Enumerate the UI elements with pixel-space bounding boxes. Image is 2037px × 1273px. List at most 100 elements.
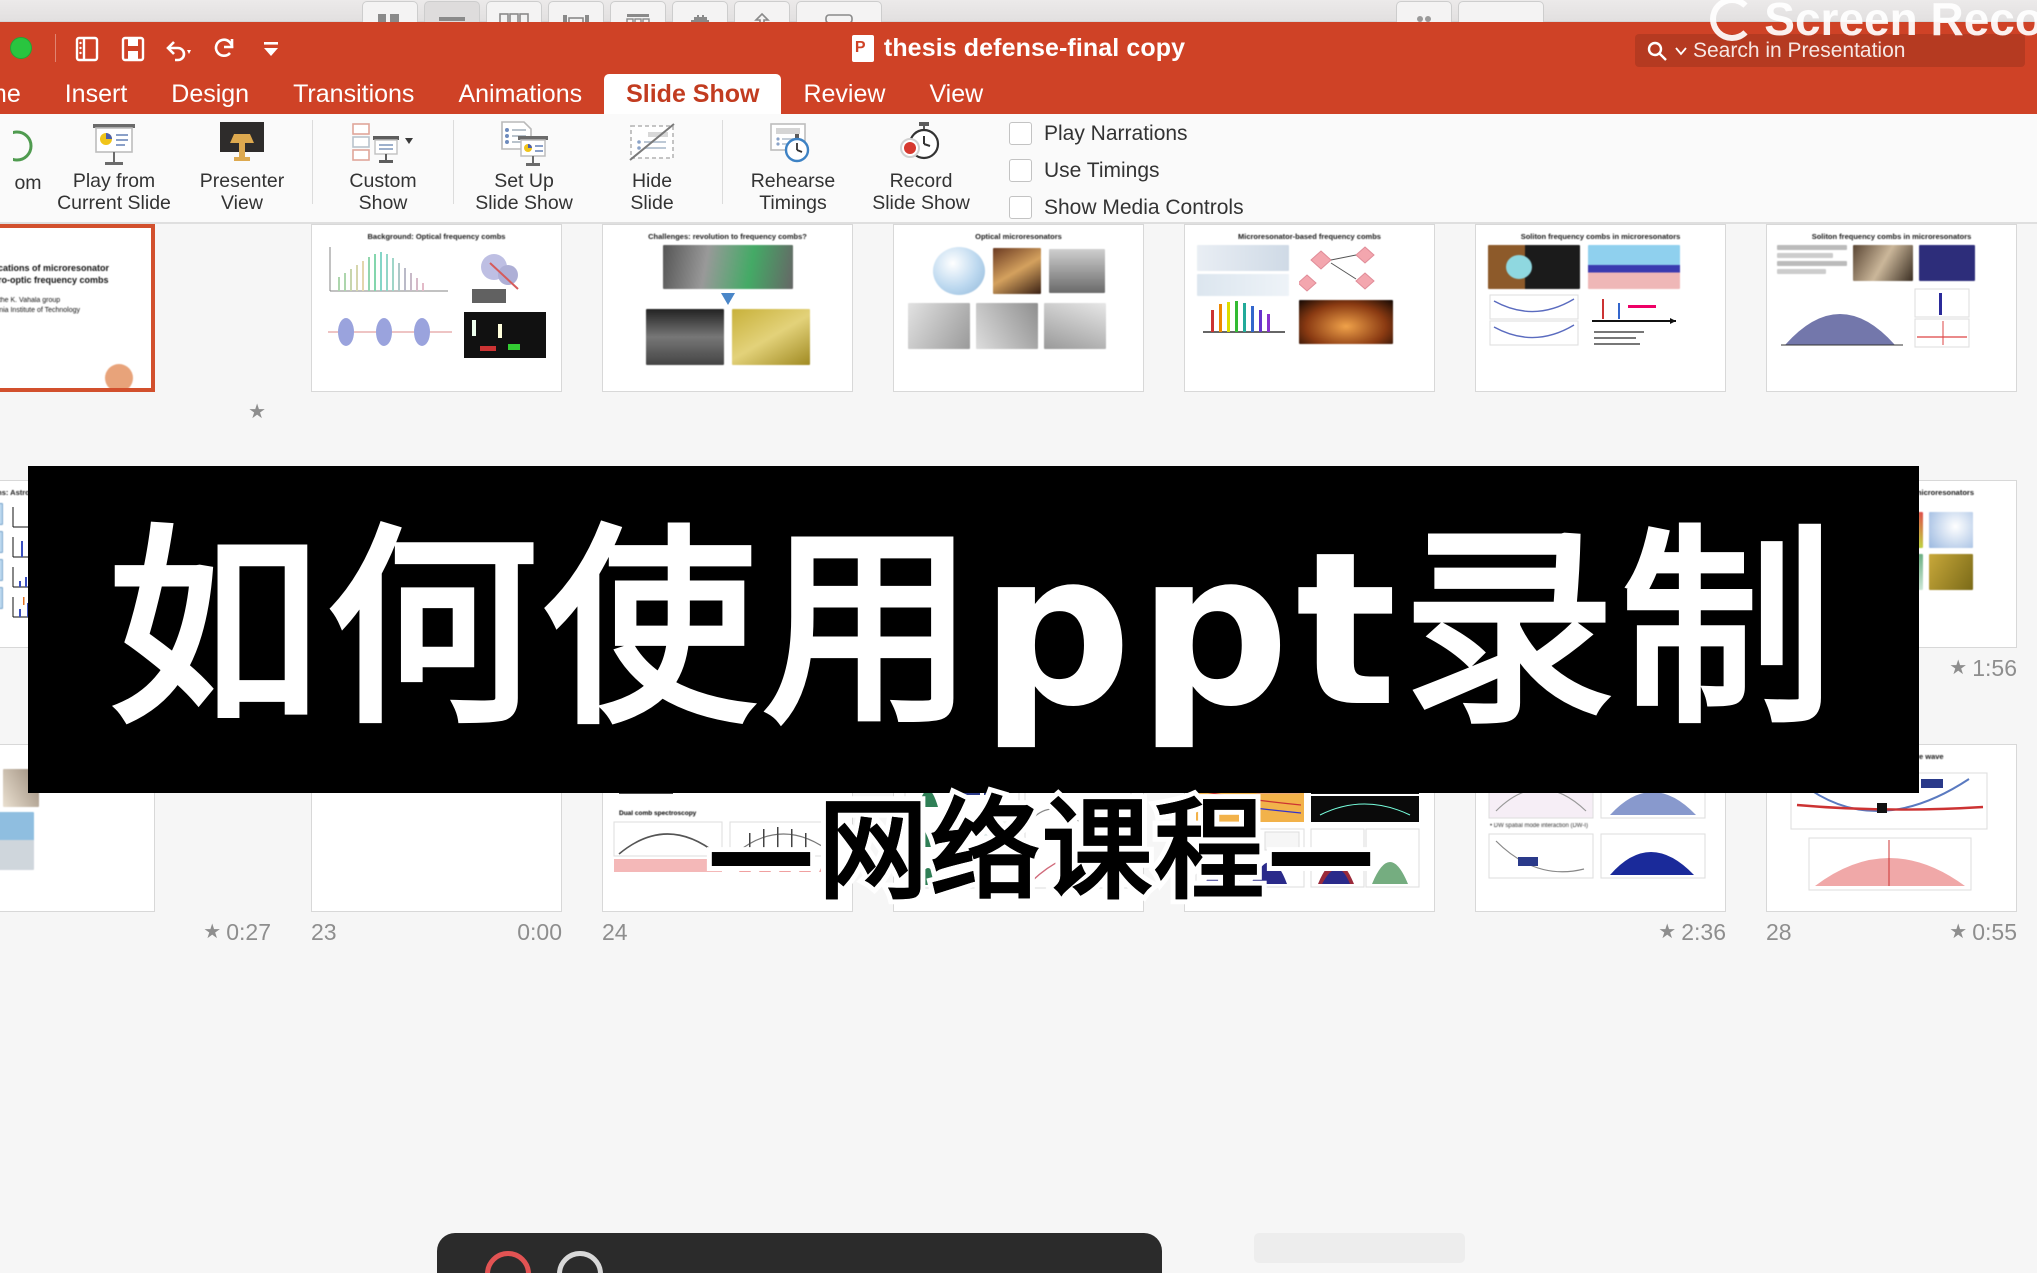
show-media-controls-checkbox-row[interactable]: Show Media Controls: [1009, 194, 1244, 221]
powerpoint-file-icon: [851, 34, 874, 62]
presenter-view-icon: [217, 120, 267, 168]
slide-title-5: Microresonator-based frequency combs: [1238, 232, 1381, 241]
slide-meta-22: ★ 0:27: [0, 912, 291, 952]
slide-duration: ★ 0:27: [203, 918, 271, 945]
slide-content: [1767, 243, 2016, 351]
play-narrations-checkbox-row[interactable]: Play Narrations: [1009, 120, 1244, 147]
hide-slide-icon: [626, 120, 678, 168]
slide-meta-4: [873, 392, 1164, 432]
search-icon: [1647, 41, 1667, 61]
tab-home[interactable]: me: [0, 74, 43, 114]
slide-number: 23: [311, 918, 337, 945]
watermark-text: Screen Reco: [1764, 0, 2037, 45]
play-narrations-checkbox[interactable]: [1009, 122, 1032, 145]
slide-title-2: Background: Optical frequency combs: [367, 232, 506, 241]
show-media-controls-label: Show Media Controls: [1044, 195, 1244, 219]
record-button-icon[interactable]: [485, 1251, 531, 1273]
rehearse-timings-icon: [765, 120, 821, 168]
rehearse-timings-label: Rehearse Timings: [750, 170, 836, 214]
tab-transitions[interactable]: Transitions: [271, 74, 436, 114]
play-from-current-slide-icon: [87, 120, 141, 168]
slide-thumbnail-4[interactable]: Optical microresonators: [893, 224, 1144, 392]
slide-show-options-checkboxes: Play Narrations Use Timings Show Media C…: [991, 114, 1244, 221]
recording-control-bar[interactable]: [437, 1233, 1162, 1273]
hide-slide-label: Hide Slide: [630, 170, 674, 214]
custom-show-button[interactable]: Custom Show: [319, 114, 447, 214]
tab-view[interactable]: View: [907, 74, 1005, 114]
set-up-slide-show-icon: [496, 120, 552, 168]
slide-meta-27: ★ 2:36: [1455, 912, 1746, 952]
record-slide-show-button[interactable]: Record Slide Show: [857, 114, 985, 214]
slide-cell-2[interactable]: Background: Optical frequency combs: [291, 224, 582, 432]
slide-cell-4[interactable]: Optical microresonators: [873, 224, 1164, 432]
presenter-view-button[interactable]: Presenter View: [178, 114, 306, 214]
slide-cell-1[interactable]: Physics and applications of microresonat…: [0, 224, 291, 432]
use-timings-label: Use Timings: [1044, 158, 1160, 182]
tab-review[interactable]: Review: [781, 74, 907, 114]
slide-title-4: Optical microresonators: [975, 232, 1062, 241]
ribbon-group-custom-show: Custom Show: [313, 114, 453, 214]
slide-meta-24: 24: [582, 912, 873, 952]
slide-thumbnail-5[interactable]: Microresonator-based frequency combs: [1184, 224, 1435, 392]
slide-meta-2: [291, 392, 582, 432]
slide-cell-7[interactable]: Soliton frequency combs in microresonato…: [1746, 224, 2037, 432]
slide-duration: ★ 0:55: [1949, 918, 2017, 945]
slide-content: [894, 243, 1143, 353]
set-up-slide-show-label: Set Up Slide Show: [475, 170, 573, 214]
slide-thumbnail-2[interactable]: Background: Optical frequency combs: [311, 224, 562, 392]
slide-thumbnail-3[interactable]: Challenges: revolution to frequency comb…: [602, 224, 853, 392]
tab-slide-show[interactable]: Slide Show: [604, 74, 782, 114]
ribbon-body: om Play from Current Slide Presenter Vie…: [0, 114, 2037, 224]
slide-meta-3: [582, 392, 873, 432]
recording-secondary-control[interactable]: [1254, 1233, 1465, 1263]
stop-button-icon[interactable]: [557, 1251, 603, 1273]
star-icon: ★: [1949, 921, 1968, 943]
tab-animations[interactable]: Animations: [436, 74, 604, 114]
slide-thumbnail-7[interactable]: Soliton frequency combs in microresonato…: [1766, 224, 2017, 392]
slide-meta-7: [1746, 392, 2037, 432]
slide-cell-5[interactable]: Microresonator-based frequency combs: [1164, 224, 1455, 432]
powerpoint-window: thesis defense-final copy Search in Pres…: [0, 0, 2037, 1273]
custom-show-label: Custom Show: [349, 170, 417, 214]
video-title-banner: 如何使用ppt录制: [28, 466, 1919, 793]
video-subtitle-fill: —网络课程—: [706, 787, 1378, 915]
slide-duration: 0:00: [517, 918, 562, 945]
custom-show-icon: [351, 120, 415, 168]
slide-title-1: Physics and applications of microresonat…: [0, 263, 110, 285]
use-timings-checkbox-row[interactable]: Use Timings: [1009, 157, 1244, 184]
slide-duration: ★: [248, 402, 271, 422]
slide-title-6: Soliton frequency combs in microresonato…: [1520, 232, 1681, 241]
play-from-current-slide-button[interactable]: Play from Current Slide: [50, 114, 178, 214]
tab-insert[interactable]: Insert: [43, 74, 150, 114]
show-media-controls-checkbox[interactable]: [1009, 196, 1032, 219]
hide-slide-button[interactable]: Hide Slide: [588, 114, 716, 214]
slide-meta-25: [873, 912, 1164, 952]
slide-cell-3[interactable]: Challenges: revolution to frequency comb…: [582, 224, 873, 432]
play-from-start-button[interactable]: om: [6, 114, 50, 214]
slide-meta-26: [1164, 912, 1455, 952]
slide-duration: ★1:56: [1949, 654, 2017, 681]
play-narrations-label: Play Narrations: [1044, 121, 1188, 145]
ribbon-tab-bar: me Insert Design Transitions Animations …: [0, 74, 2037, 114]
slide-content-2: [1476, 831, 1725, 881]
video-subtitle-text: —网络课程— —网络课程—: [701, 787, 1381, 915]
slide-thumbnail-1[interactable]: Physics and applications of microresonat…: [0, 224, 155, 392]
slide-bullet-2: • DW spatial mode interaction (DW-I): [1490, 823, 1589, 829]
slide-cell-6[interactable]: Soliton frequency combs in microresonato…: [1455, 224, 1746, 432]
slide-thumbnail-6[interactable]: Soliton frequency combs in microresonato…: [1475, 224, 1726, 392]
slide-meta-23: 23 0:00: [291, 912, 582, 952]
slide-content: [312, 243, 561, 367]
ribbon-group-start-slide-show: om Play from Current Slide Presenter Vie…: [0, 114, 312, 214]
tab-design[interactable]: Design: [149, 74, 271, 114]
screen-recorder-watermark: Screen Reco: [1710, 0, 2037, 46]
play-from-start-icon: [13, 120, 43, 170]
use-timings-checkbox[interactable]: [1009, 159, 1032, 182]
set-up-slide-show-button[interactable]: Set Up Slide Show: [460, 114, 588, 214]
star-icon: ★: [1658, 921, 1677, 943]
slide-number: 24: [602, 918, 628, 945]
rehearse-timings-button[interactable]: Rehearse Timings: [729, 114, 857, 214]
record-slide-show-label: Record Slide Show: [872, 170, 970, 214]
slide-content: [1185, 243, 1434, 346]
star-icon: ★: [1949, 657, 1968, 679]
slide-subtitle-1: the K. Vahala group California Institute…: [0, 297, 81, 314]
